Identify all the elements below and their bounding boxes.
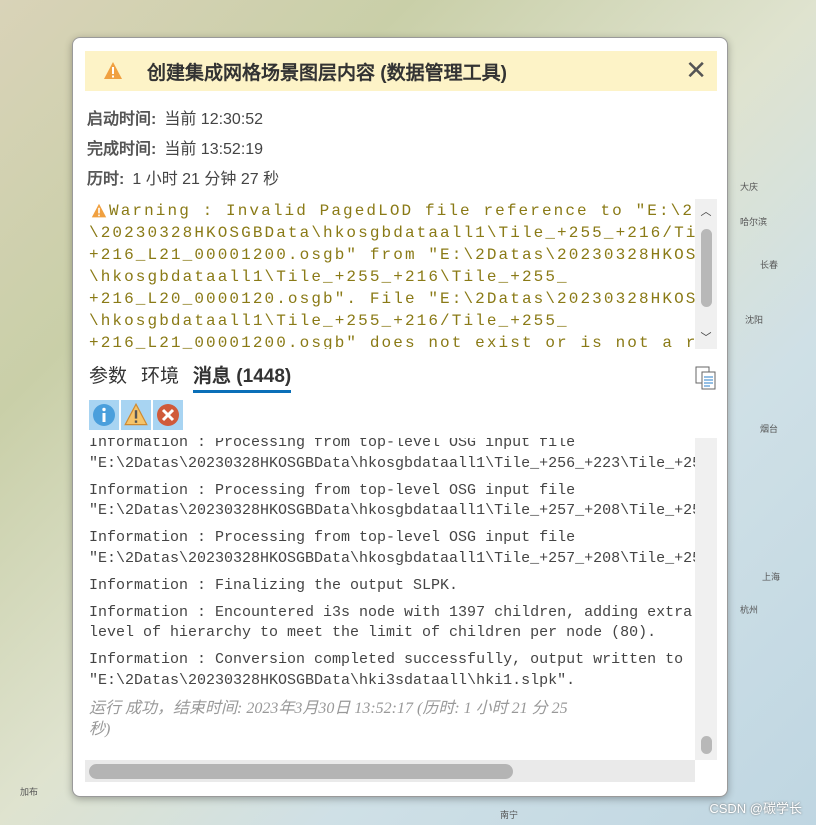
start-time-row: 启动时间: 当前 12:30:52: [87, 105, 263, 129]
end-time-value: 当前 13:52:19: [164, 141, 264, 158]
message-item: Information : Conversion completed succe…: [89, 651, 684, 689]
start-time-label: 启动时间:: [87, 111, 157, 128]
elapsed-row: 历时: 1 小时 21 分钟 27 秒: [87, 165, 279, 189]
start-time-value: 当前 12:30:52: [164, 111, 264, 128]
message-item: Information : Processing from top-level …: [89, 438, 695, 472]
messages-vertical-scrollbar[interactable]: [695, 438, 717, 760]
error-icon: [157, 404, 179, 426]
tab-bar: 参数 环境 消息 (1448): [89, 361, 292, 393]
scroll-thumb[interactable]: [701, 229, 712, 307]
end-time-row: 完成时间: 当前 13:52:19: [87, 135, 263, 159]
filter-info-button[interactable]: [89, 400, 119, 430]
map-label: 烟台: [760, 424, 779, 434]
warning-icon: [124, 403, 148, 426]
elapsed-value: 1 小时 21 分钟 27 秒: [132, 171, 280, 188]
filter-error-button[interactable]: [153, 400, 183, 430]
warning-scrollbar[interactable]: ︿ ﹀: [695, 199, 717, 349]
map-label: 南宁: [500, 810, 519, 820]
watermark: CSDN @碳学长: [709, 801, 802, 816]
info-icon: [93, 404, 115, 426]
close-button[interactable]: ✕: [685, 57, 707, 83]
message-item: Information : Processing from top-level …: [89, 481, 695, 520]
message-item: Information : Encountered i3s node with …: [89, 603, 693, 642]
end-time-label: 完成时间:: [87, 141, 157, 158]
map-label: 大庆: [740, 182, 759, 192]
map-label: 长春: [760, 260, 779, 270]
scroll-thumb[interactable]: [701, 736, 712, 754]
tab-environments[interactable]: 环境: [141, 361, 179, 393]
messages-horizontal-scrollbar[interactable]: [85, 760, 695, 782]
dialog-title: 创建集成网格场景图层内容 (数据管理工具): [147, 62, 507, 84]
messages-list[interactable]: Information : Processing from top-level …: [85, 438, 717, 782]
completion-message: 运行 成功，结束时间: 2023年3月30日 13:52:17 (历时: 1 小…: [89, 699, 568, 738]
message-filters: [89, 400, 183, 430]
tab-parameters[interactable]: 参数: [89, 361, 127, 393]
warning-small-icon: [91, 203, 107, 224]
elapsed-label: 历时:: [87, 171, 125, 188]
filter-warning-button[interactable]: [121, 400, 151, 430]
map-label: 杭州: [740, 605, 759, 615]
tab-messages[interactable]: 消息 (1448): [193, 361, 292, 393]
message-item: Information : Finalizing the output SLPK…: [89, 576, 459, 594]
dialog-header: 创建集成网格场景图层内容 (数据管理工具) ✕: [85, 51, 717, 91]
message-item: Information : Processing from top-level …: [89, 529, 695, 567]
copy-icon[interactable]: [695, 366, 717, 390]
warning-message-box[interactable]: Warning : Invalid PagedLOD file referenc…: [85, 199, 717, 349]
scroll-up-icon[interactable]: ︿: [695, 203, 717, 219]
tool-progress-dialog: 创建集成网格场景图层内容 (数据管理工具) ✕ 启动时间: 当前 12:30:52…: [72, 37, 728, 797]
scroll-thumb[interactable]: [89, 764, 513, 779]
warning-text: Warning : Invalid PagedLOD file referenc…: [89, 202, 695, 349]
scroll-down-icon[interactable]: ﹀: [695, 329, 717, 345]
map-label: 加布: [20, 787, 39, 797]
map-label: 上海: [762, 572, 781, 582]
warning-icon: [104, 62, 122, 79]
map-label: 沈阳: [745, 315, 764, 325]
map-label: 哈尔滨: [740, 217, 768, 227]
